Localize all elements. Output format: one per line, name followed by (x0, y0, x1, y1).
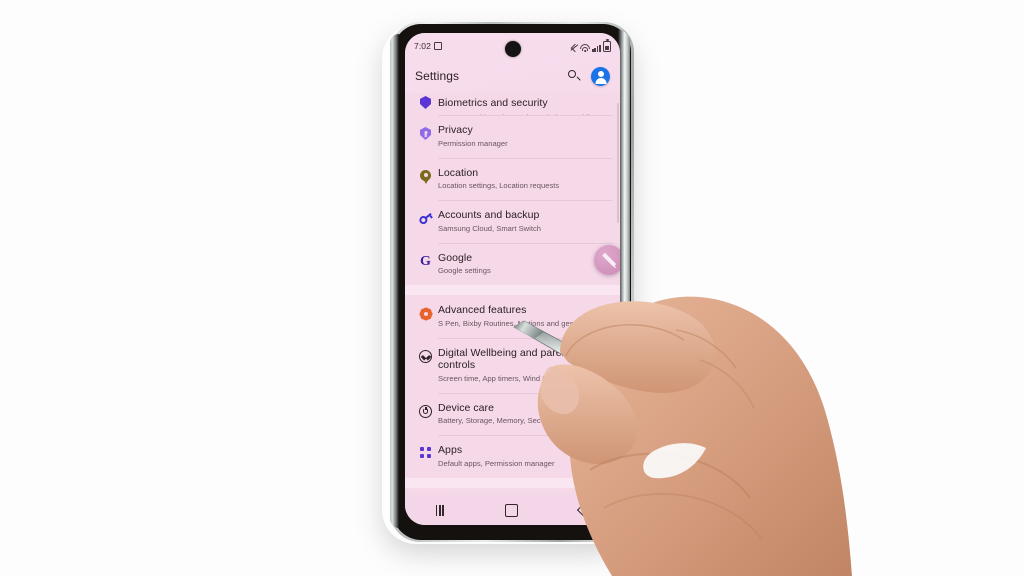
list-item-title: Digital Wellbeing and parental controls (438, 346, 579, 372)
signal-icon (592, 44, 601, 52)
list-item-privacy[interactable]: Privacy Permission manager (405, 115, 620, 158)
list-item-title: Biometrics and security (438, 97, 548, 109)
front-camera-punch-hole (504, 41, 521, 57)
home-button[interactable] (505, 503, 519, 517)
list-item-google[interactable]: G Google Google settings (405, 242, 620, 286)
list-item-location[interactable]: Location Location settings, Location req… (405, 157, 620, 201)
list-item-apps[interactable]: Apps Default apps, Permission manager (405, 435, 620, 478)
search-icon[interactable] (567, 69, 582, 84)
list-item-subtitle: Screen time, App timers, Wind Down (438, 373, 562, 383)
list-item-subtitle: Battery, Storage, Memory, Security (438, 416, 556, 425)
location-pin-icon (413, 167, 438, 184)
shield-icon (413, 93, 438, 109)
list-item-title: Advanced features (438, 304, 527, 316)
list-item-title: Device care (438, 401, 494, 414)
status-bar-time: 7:02 (414, 41, 431, 51)
apps-grid-icon (413, 444, 438, 459)
list-item-subtitle: Google settings (438, 266, 491, 275)
phone-screen: 7:02 Settings Biometrics and security Pr… (405, 33, 620, 525)
list-item-general-management[interactable]: General management (405, 488, 620, 494)
list-item-subtitle: S Pen, Bixby Routines, Motions and gestu… (438, 318, 591, 328)
list-item-subtitle: Permission manager (438, 138, 508, 148)
system-navigation-bar (405, 495, 620, 525)
shield-lock-icon (413, 124, 438, 140)
scene-background: 7:02 Settings Biometrics and security Pr… (0, 0, 1024, 576)
group-divider (405, 477, 620, 488)
list-item-title: Accounts and backup (438, 209, 540, 221)
settings-list[interactable]: Biometrics and security Face recognition… (405, 93, 620, 493)
settings-group-1: Biometrics and security Face recognition… (405, 93, 620, 285)
list-item-biometrics-and-security[interactable]: Biometrics and security Face recognition… (405, 93, 620, 115)
mute-icon (571, 44, 578, 52)
list-item-title: Apps (438, 444, 463, 456)
list-item-subtitle: Location settings, Location requests (438, 181, 560, 190)
list-item-device-care[interactable]: Device care Battery, Storage, Memory, Se… (405, 392, 620, 436)
recent-apps-button[interactable] (435, 504, 444, 516)
google-g-icon: G (420, 253, 431, 269)
page-title: Settings (415, 69, 460, 83)
list-item-digital-wellbeing[interactable]: Digital Wellbeing and parental controls … (405, 337, 620, 393)
group-divider (405, 285, 620, 295)
list-item-subtitle: Samsung Cloud, Smart Switch (438, 223, 541, 233)
list-item-title: Location (438, 166, 479, 179)
key-icon (413, 209, 438, 226)
list-scrollbar[interactable] (616, 103, 619, 223)
alarm-icon (433, 42, 442, 50)
settings-group-3: General management (405, 487, 620, 494)
pen-icon (602, 253, 616, 267)
back-button[interactable] (577, 502, 592, 518)
flower-icon (413, 304, 438, 322)
list-item-subtitle: Default apps, Permission manager (438, 458, 555, 468)
air-command-pen-button[interactable] (594, 245, 620, 275)
wifi-icon (580, 43, 591, 52)
account-avatar-icon[interactable] (591, 66, 610, 86)
list-item-advanced-features[interactable]: Advanced features S Pen, Bixby Routines,… (405, 295, 620, 338)
battery-icon (603, 39, 611, 52)
list-item-title: Privacy (438, 124, 473, 136)
list-item-accounts-and-backup[interactable]: Accounts and backup Samsung Cloud, Smart… (405, 200, 620, 243)
settings-group-2: Advanced features S Pen, Bixby Routines,… (405, 295, 620, 478)
settings-app-header: Settings (405, 59, 620, 93)
device-care-icon (413, 402, 438, 418)
heart-circle-icon (413, 347, 438, 363)
phone-left-rail (390, 34, 399, 528)
list-item-title: Google (438, 251, 473, 264)
